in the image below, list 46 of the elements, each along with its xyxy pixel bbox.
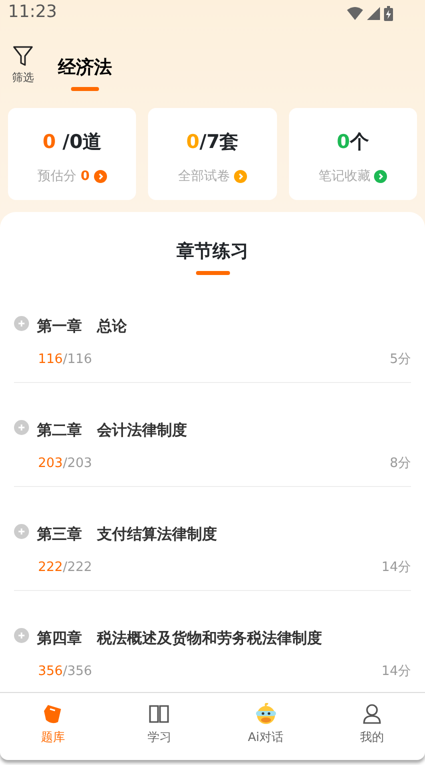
chapter-item[interactable]: 第三章 支付结算法律制度 222/222 14分 xyxy=(14,487,411,591)
stat-card[interactable]: 0/7套 全部试卷 xyxy=(148,108,277,200)
chapter-title: 第二章 会计法律制度 xyxy=(37,420,187,441)
chapter-score: 8分 xyxy=(390,454,411,472)
chevron-icon xyxy=(94,170,107,183)
chapter-title: 第三章 支付结算法律制度 xyxy=(37,524,217,545)
filter-button[interactable]: 筛选 xyxy=(12,46,34,86)
progress-count: 203/203 xyxy=(38,454,92,472)
chapter-score: 5分 xyxy=(390,350,411,368)
user-icon xyxy=(360,703,383,725)
progress-count: 222/222 xyxy=(38,558,92,576)
stat-value: 0个 xyxy=(336,130,370,155)
expand-icon[interactable] xyxy=(14,628,29,643)
chapter-item[interactable]: 第一章 总论 116/116 5分 xyxy=(14,279,411,383)
expand-icon[interactable] xyxy=(14,420,29,435)
stat-label: 预估分 xyxy=(38,168,77,186)
chapter-title: 第四章 税法概述及货物和劳务税法律制度 xyxy=(37,628,322,649)
nav-tab[interactable]: 学习 xyxy=(106,693,212,760)
chevron-icon xyxy=(234,170,247,183)
nav-tab[interactable]: 我的 xyxy=(318,693,425,760)
expand-icon[interactable] xyxy=(14,316,29,331)
battery-icon xyxy=(384,6,393,20)
stat-label: 全部试卷 xyxy=(178,168,230,186)
progress-count: 116/116 xyxy=(38,350,92,368)
progress-count: 356/356 xyxy=(38,662,92,680)
stat-card[interactable]: 0 /0道 预估分 0 xyxy=(8,108,136,200)
stat-value: 0 /0道 xyxy=(42,130,103,155)
chapter-item[interactable]: 第二章 会计法律制度 203/203 8分 xyxy=(14,383,411,487)
filter-icon xyxy=(13,46,33,66)
score-value: 0 xyxy=(80,168,90,186)
section-title: 章节练习 xyxy=(176,241,248,262)
stat-label: 笔记收藏 xyxy=(318,168,370,186)
nav-tab[interactable]: Ai对话 xyxy=(212,693,319,760)
duck-icon xyxy=(254,703,278,725)
book-icon xyxy=(148,703,170,725)
stat-card[interactable]: 0个 笔记收藏 xyxy=(288,108,417,200)
chapter-score: 14分 xyxy=(381,662,411,680)
signal-icon xyxy=(367,6,380,20)
wifi-icon xyxy=(347,6,363,20)
subject-tab[interactable]: 经济法 xyxy=(58,54,112,91)
expand-icon[interactable] xyxy=(14,524,29,539)
stat-value: 0/7套 xyxy=(185,130,240,155)
chevron-icon xyxy=(374,170,388,183)
clock-time: 11:23 xyxy=(8,1,57,24)
chapter-title: 第一章 总论 xyxy=(37,316,127,337)
chapter-score: 14分 xyxy=(381,558,411,576)
